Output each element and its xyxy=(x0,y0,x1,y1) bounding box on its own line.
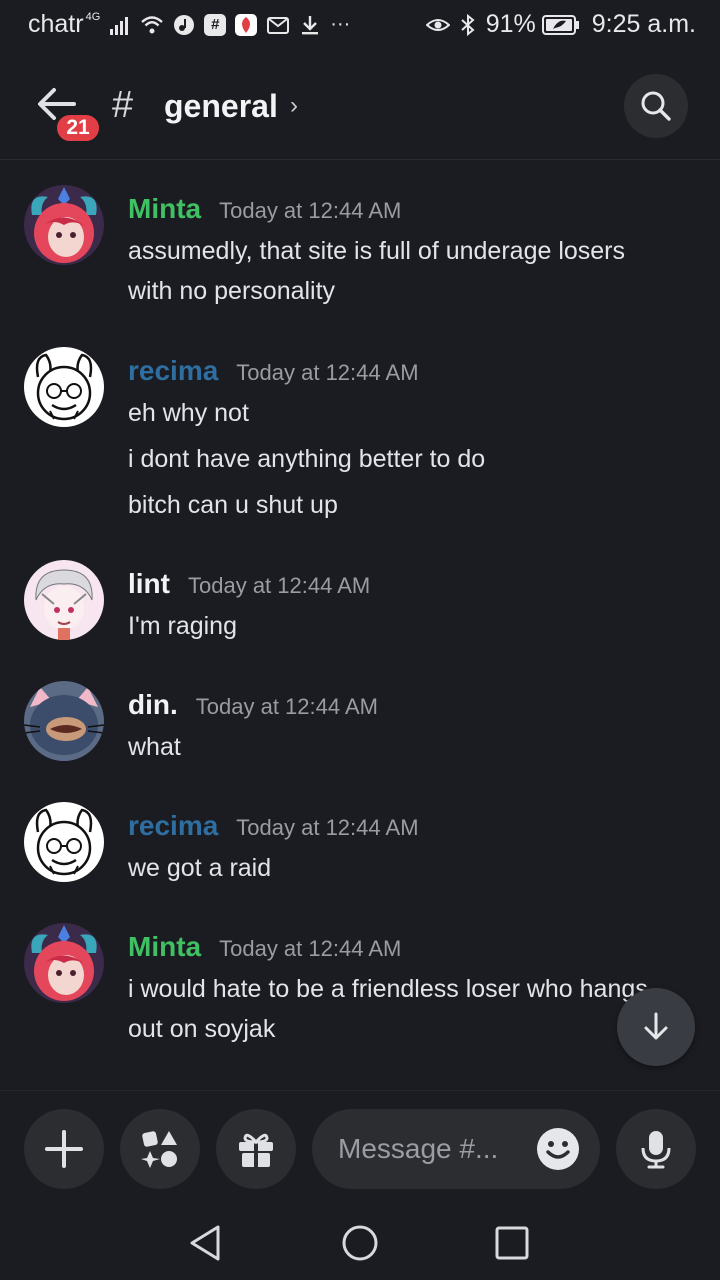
message-timestamp: Today at 12:44 AM xyxy=(219,936,402,961)
emoji-icon[interactable] xyxy=(536,1127,580,1171)
message-header: din. Today at 12:44 AM xyxy=(128,689,378,721)
message-header: Minta Today at 12:44 AM xyxy=(128,931,401,963)
message-header: recima Today at 12:44 AM xyxy=(128,810,419,842)
signal-icon xyxy=(110,16,129,35)
message-author[interactable]: recima xyxy=(128,355,218,387)
message-header: recima Today at 12:44 AM xyxy=(128,355,419,387)
message-author[interactable]: Minta xyxy=(128,193,201,225)
channel-title[interactable]: general xyxy=(164,88,278,125)
jump-to-bottom-button[interactable] xyxy=(617,988,695,1066)
recima-avatar[interactable] xyxy=(24,347,104,427)
gift-icon xyxy=(239,1133,273,1167)
message-text: eh why not xyxy=(128,399,249,427)
hashtag-notification-icon: # xyxy=(204,13,227,36)
network-type: 4G xyxy=(85,10,101,23)
add-attachment-button[interactable] xyxy=(24,1109,104,1189)
recents-square-icon[interactable] xyxy=(492,1223,532,1263)
home-circle-icon[interactable] xyxy=(340,1223,380,1263)
minta-avatar[interactable] xyxy=(24,923,104,1003)
app-notification-icon xyxy=(235,13,258,36)
wifi-icon xyxy=(141,15,164,33)
message-author[interactable]: recima xyxy=(128,810,218,842)
eye-icon xyxy=(425,18,450,31)
minta-avatar[interactable] xyxy=(24,185,104,265)
message-timestamp: Today at 12:44 AM xyxy=(219,198,402,223)
message-text: assumedly, that site is full of underage… xyxy=(128,237,626,265)
message-text: out on soyjak xyxy=(128,1015,276,1043)
message-text: we got a raid xyxy=(128,854,272,882)
unread-badge: 21 xyxy=(54,112,102,144)
battery-icon xyxy=(541,14,579,35)
message-timestamp: Today at 12:44 AM xyxy=(188,573,371,598)
message-author[interactable]: lint xyxy=(128,568,170,600)
download-icon xyxy=(302,15,319,34)
apps-button[interactable] xyxy=(120,1109,200,1189)
apps-icon xyxy=(141,1131,177,1168)
gift-button[interactable] xyxy=(216,1109,296,1189)
message-text: what xyxy=(128,733,181,761)
message-text: i dont have anything better to do xyxy=(128,445,486,473)
clock: 9:25 a.m. xyxy=(591,10,696,38)
gmail-icon xyxy=(267,16,290,34)
recima-avatar[interactable] xyxy=(24,802,104,882)
music-icon xyxy=(174,14,195,35)
message-list[interactable]: Minta Today at 12:44 AM assumedly, that si… xyxy=(0,165,720,1090)
status-bar: chatr 4G # ··· 91% 9:25 a.m. xyxy=(0,0,720,52)
bluetooth-icon xyxy=(461,13,475,36)
voice-message-button[interactable] xyxy=(616,1109,696,1189)
message-author[interactable]: din. xyxy=(128,689,178,721)
microphone-icon xyxy=(641,1131,671,1169)
message-input-placeholder: Message #... xyxy=(338,1133,499,1164)
search-icon xyxy=(641,91,671,121)
message-text: with no personality xyxy=(128,277,336,305)
message-header: lint Today at 12:44 AM xyxy=(128,568,370,600)
channel-header: 21 # general › xyxy=(0,60,720,160)
din-avatar[interactable] xyxy=(24,681,104,761)
back-triangle-icon[interactable] xyxy=(186,1223,226,1263)
battery-percent: 91% xyxy=(485,10,536,38)
message-text: bitch can u shut up xyxy=(128,491,338,519)
search-button[interactable] xyxy=(624,74,688,138)
message-timestamp: Today at 12:44 AM xyxy=(236,815,419,840)
channel-hash-icon: # xyxy=(112,84,134,126)
more-notifications-icon: ··· xyxy=(330,13,351,35)
message-timestamp: Today at 12:44 AM xyxy=(195,694,378,719)
message-header: Minta Today at 12:44 AM xyxy=(128,193,401,225)
message-author[interactable]: Minta xyxy=(128,931,201,963)
message-text: i would hate to be a friendless loser wh… xyxy=(128,975,648,1003)
system-navigation-bar xyxy=(0,1205,720,1280)
arrow-down-icon xyxy=(644,1012,668,1040)
plus-icon xyxy=(45,1130,83,1168)
message-input[interactable]: Message #... xyxy=(312,1109,600,1189)
lint-avatar[interactable] xyxy=(24,560,104,640)
chevron-right-icon[interactable]: › xyxy=(290,92,298,120)
message-composer: Message #... xyxy=(0,1090,720,1205)
message-timestamp: Today at 12:44 AM xyxy=(236,360,419,385)
message-text: I'm raging xyxy=(128,612,237,640)
carrier-label: chatr xyxy=(28,10,84,38)
